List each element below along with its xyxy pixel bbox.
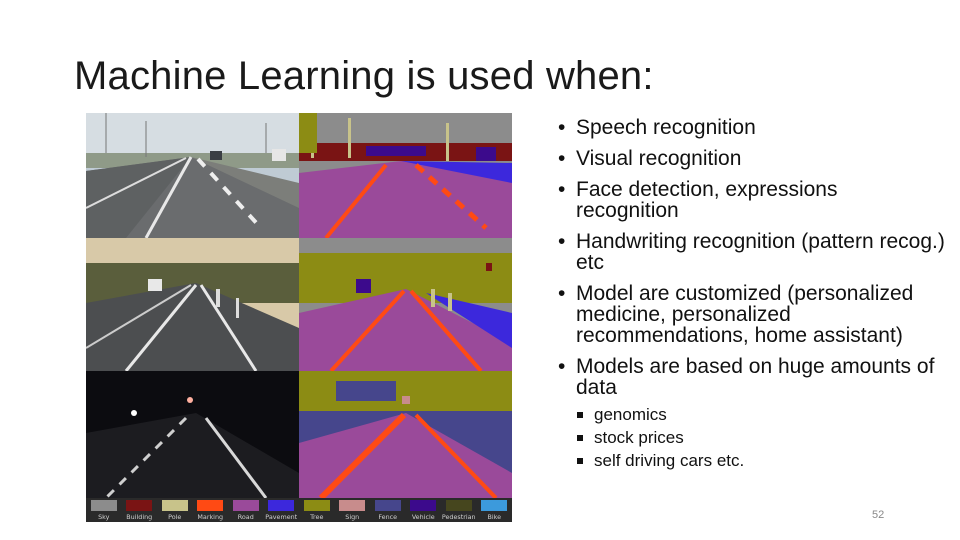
legend-item: Pole	[157, 498, 192, 521]
legend-item: Building	[122, 498, 157, 521]
segmentation-legend: Sky Building Pole Marking Road Pavement Tree Si…	[86, 498, 512, 522]
legend-swatch	[374, 500, 401, 511]
bullet-item: Visual recognition	[556, 148, 946, 169]
legend-swatch	[232, 500, 259, 511]
legend-label: Tree	[310, 513, 324, 521]
photo-dusk	[86, 238, 299, 372]
sub-bullet-item: stock prices	[576, 427, 946, 449]
bullet-text: Handwriting recognition (pattern recog.)…	[576, 230, 945, 274]
bullet-text: Face detection, expressions recognition	[576, 178, 838, 222]
bullet-item: Models are based on huge amounts of data…	[556, 356, 946, 472]
bullet-item: Model are customized (personalized medic…	[556, 283, 946, 346]
bullet-list: Speech recognition Visual recognition Face…	[556, 117, 946, 482]
legend-swatch	[126, 500, 153, 511]
photo-day	[86, 113, 299, 239]
legend-label: Road	[237, 513, 254, 521]
legend-swatch	[268, 500, 295, 511]
legend-label: Bike	[487, 513, 502, 521]
legend-swatch	[161, 500, 188, 511]
segmentation-day	[299, 113, 512, 240]
legend-item: Road	[228, 498, 263, 521]
legend-item: Tree	[299, 498, 334, 521]
bullet-text: Models are based on huge amounts of data	[576, 355, 935, 399]
legend-label: Sign	[345, 513, 360, 521]
legend-item: Sign	[335, 498, 370, 521]
legend-item: Vehicle	[406, 498, 441, 521]
legend-swatch	[445, 500, 472, 511]
legend-swatch	[197, 500, 224, 511]
sub-bullet-list: genomics stock prices self driving cars et…	[576, 404, 946, 472]
bullet-item: Handwriting recognition (pattern recog.)…	[556, 231, 946, 273]
legend-item: Bike	[477, 498, 512, 521]
bullet-text: Model are customized (personalized medic…	[576, 282, 914, 347]
legend-label: Pedestrian	[441, 513, 476, 521]
legend-item: Pavement	[264, 498, 299, 521]
road-segmentation-figure: Sky Building Pole Marking Road Pavement Tree Si…	[86, 113, 512, 522]
legend-label: Sky	[98, 513, 110, 521]
bullet-text: Speech recognition	[576, 116, 756, 139]
legend-label: Building	[126, 513, 153, 521]
legend-label: Fence	[378, 513, 398, 521]
segmentation-night	[299, 371, 512, 498]
road-segmentation-image	[86, 113, 512, 498]
photo-night	[86, 371, 299, 498]
page-number: 52	[872, 509, 885, 521]
legend-label: Pole	[168, 513, 182, 521]
legend-item: Marking	[193, 498, 228, 521]
bullet-text: Visual recognition	[576, 147, 742, 170]
legend-item: Pedestrian	[441, 498, 476, 521]
legend-swatch	[481, 500, 508, 511]
legend-swatch	[339, 500, 366, 511]
legend-label: Pavement	[265, 513, 298, 521]
legend-swatch	[410, 500, 437, 511]
legend-item: Fence	[370, 498, 405, 521]
legend-swatch	[303, 500, 330, 511]
sub-bullet-item: self driving cars etc.	[576, 450, 946, 472]
legend-label: Marking	[197, 513, 224, 521]
legend-item: Sky	[86, 498, 121, 521]
sub-bullet-item: genomics	[576, 404, 946, 426]
bullet-item: Face detection, expressions recognition	[556, 179, 946, 221]
slide-title: Machine Learning is used when:	[74, 54, 654, 98]
bullet-item: Speech recognition	[556, 117, 946, 138]
legend-label: Vehicle	[411, 513, 435, 521]
legend-swatch	[90, 500, 117, 511]
segmentation-dusk	[299, 238, 512, 373]
